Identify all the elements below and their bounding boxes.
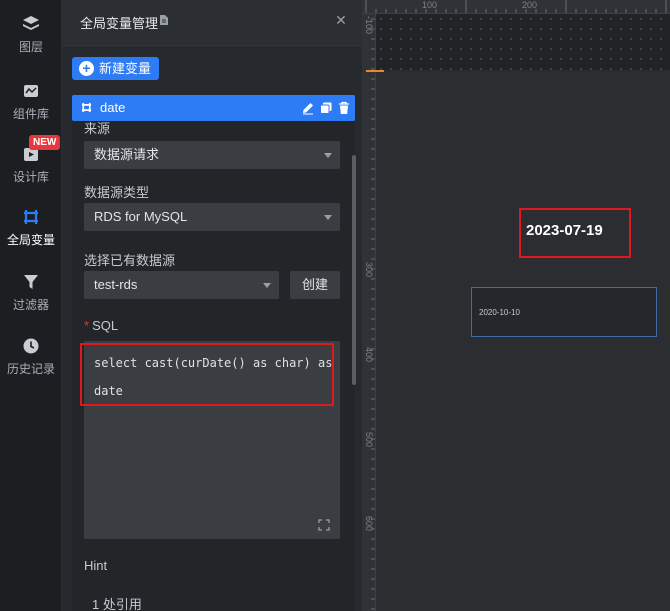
ruler-label: -100: [364, 16, 374, 35]
source-select-value: 数据源请求: [94, 147, 160, 162]
vertical-ruler: -100 300 400 500 600: [362, 14, 376, 611]
plus-icon: +: [79, 61, 94, 76]
new-variable-label: 新建变量: [99, 61, 152, 76]
chevron-down-icon: [263, 283, 271, 288]
variable-detail-form: 来源 数据源请求 数据源类型 RDS for MySQL 选择已有数据源 tes…: [72, 121, 355, 611]
left-rail: 图层 组件库 NEW 设计库 全局变量 过滤器 历史记录: [0, 0, 62, 611]
delete-icon[interactable]: [337, 101, 351, 115]
rail-item-label: 过滤器: [12, 298, 49, 312]
copy-icon[interactable]: [319, 101, 333, 115]
reference-count: 1 处引用: [92, 597, 142, 611]
editor-canvas: 100 200 -100 300 400 500 600 2023-07-19 …: [362, 0, 670, 611]
chevron-down-icon: [324, 153, 332, 158]
existing-source-select[interactable]: test-rds: [84, 271, 279, 299]
rail-item-global-variables[interactable]: 全局变量: [0, 207, 62, 263]
canvas-stage[interactable]: [376, 74, 670, 611]
filter-icon: [24, 275, 38, 289]
ruler-label: 400: [364, 347, 374, 363]
existing-source-select-value: test-rds: [94, 277, 138, 292]
source-type-select-value: RDS for MySQL: [94, 209, 188, 224]
panel-scrollbar[interactable]: [352, 155, 356, 385]
sql-editor[interactable]: select cast(curDate() as char) as date: [80, 341, 340, 539]
required-mark: *: [84, 318, 90, 333]
history-icon: [23, 338, 39, 354]
rail-item-design-library[interactable]: NEW 设计库: [0, 135, 62, 200]
source-select[interactable]: 数据源请求: [84, 141, 340, 169]
source-label: 来源: [84, 121, 111, 136]
variable-name: date: [100, 100, 126, 115]
close-icon[interactable]: ✕: [333, 12, 349, 28]
global-variable-icon: [24, 210, 38, 224]
existing-source-label: 选择已有数据源: [84, 253, 176, 268]
new-variable-button[interactable]: + 新建变量: [72, 57, 159, 80]
rail-item-history[interactable]: 历史记录: [0, 336, 62, 392]
canvas-grid: [376, 14, 670, 70]
widget-text: 2020-10-10: [479, 308, 520, 317]
rail-item-layers[interactable]: 图层: [0, 14, 62, 70]
panel-title: 全局变量管理: [80, 16, 159, 31]
selected-text-widget[interactable]: 2020-10-10: [471, 287, 657, 337]
ruler-ticks: [365, 0, 667, 13]
sql-label-text: SQL: [92, 318, 119, 333]
global-variable-icon: [81, 102, 92, 113]
create-datasource-button[interactable]: 创建: [290, 271, 340, 299]
document-icon[interactable]: [159, 14, 169, 26]
edit-icon[interactable]: [301, 101, 315, 115]
panel-header: 全局变量管理 ✕: [62, 0, 362, 46]
ruler-label: 200: [522, 0, 538, 10]
layers-icon: [23, 16, 39, 30]
date-text-component[interactable]: 2023-07-19: [526, 222, 603, 239]
component-icon: [24, 85, 38, 97]
ruler-label: 600: [364, 516, 374, 532]
expand-icon[interactable]: [318, 519, 330, 531]
sql-highlight-box: [80, 343, 334, 406]
rail-item-label: 设计库: [12, 170, 49, 184]
chevron-down-icon: [324, 215, 332, 220]
source-type-label: 数据源类型: [84, 185, 150, 200]
hint-label: Hint: [84, 558, 108, 573]
global-variable-panel: 全局变量管理 ✕ + 新建变量 来源 数据源请求 数据源类型 RDS for M…: [62, 0, 362, 611]
source-type-select[interactable]: RDS for MySQL: [84, 203, 340, 231]
ruler-label: 300: [364, 262, 374, 278]
rail-item-filter[interactable]: 过滤器: [0, 272, 62, 328]
new-badge: NEW: [29, 135, 61, 150]
ruler-label: 100: [422, 0, 438, 10]
rail-item-label: 全局变量: [6, 233, 55, 247]
horizontal-ruler: 100 200: [362, 0, 670, 14]
ruler-guide-marker[interactable]: [366, 70, 384, 72]
rail-item-label: 图层: [18, 40, 43, 54]
rail-item-label: 历史记录: [6, 362, 55, 376]
variable-item-date[interactable]: date: [72, 95, 355, 121]
rail-item-components[interactable]: 组件库: [0, 81, 62, 137]
sql-label: * SQL: [84, 318, 118, 333]
rail-item-label: 组件库: [12, 107, 49, 121]
ruler-label: 500: [364, 432, 374, 448]
